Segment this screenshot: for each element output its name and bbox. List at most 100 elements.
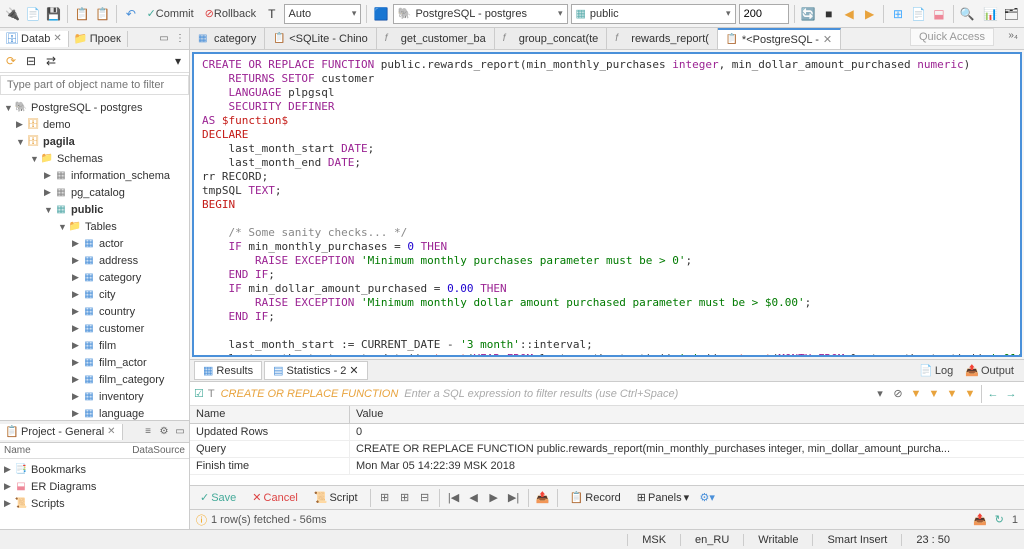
sql-icon[interactable]: 📋	[73, 5, 90, 23]
tree-schema-pg[interactable]: ▶▦pg_catalog	[0, 184, 189, 201]
export-data-icon[interactable]: 📤	[973, 513, 987, 526]
save-icon[interactable]: 💾	[45, 5, 62, 23]
tree-tbl[interactable]: ▶▦category	[0, 269, 189, 286]
collapse-icon[interactable]: ⊟	[22, 52, 40, 70]
tree-tbl[interactable]: ▶▦language	[0, 405, 189, 420]
filter-f1-icon[interactable]: ▼	[907, 385, 925, 403]
proj-bookmarks[interactable]: ▶📑Bookmarks	[0, 461, 189, 478]
stats-row[interactable]: Finish timeMon Mar 05 14:22:39 MSK 2018	[190, 458, 1024, 475]
cancel-button[interactable]: ✕Cancel	[246, 489, 303, 506]
new-icon[interactable]: 📄	[24, 5, 41, 23]
filter-f2-icon[interactable]: ▼	[925, 385, 943, 403]
stats-row[interactable]: Updated Rows0	[190, 424, 1024, 441]
search-icon[interactable]: 🔍	[959, 5, 976, 23]
proj-scripts[interactable]: ▶📜Scripts	[0, 495, 189, 512]
tree-tbl[interactable]: ▶▦city	[0, 286, 189, 303]
tab-category[interactable]: ▦category	[190, 28, 265, 49]
proj-min-icon[interactable]: ▭	[173, 425, 187, 439]
panels-button[interactable]: ⊞Panels▾	[631, 489, 695, 506]
script-button[interactable]: 📜Script	[308, 489, 364, 506]
conn-type-icon[interactable]: 🟦	[372, 5, 389, 23]
dup-row-icon[interactable]: ⊞	[397, 490, 413, 506]
next-icon[interactable]: ▶	[861, 5, 878, 23]
next-page-icon[interactable]: ▶	[486, 490, 502, 506]
tx-icon[interactable]: T	[263, 5, 280, 23]
prev-page-icon[interactable]: ◀	[466, 490, 482, 506]
menu-icon[interactable]: ⋮	[173, 32, 187, 46]
tab-projects[interactable]: 📁Проек	[69, 31, 128, 47]
sql-editor[interactable]: CREATE OR REPLACE FUNCTION public.reward…	[192, 52, 1022, 357]
persp2-icon[interactable]: 🗂	[1002, 5, 1019, 23]
filter-dd-icon[interactable]: ▾	[871, 385, 889, 403]
results-tab[interactable]: ▦Results	[194, 361, 262, 380]
tree-tbl[interactable]: ▶▦film_actor	[0, 354, 189, 371]
sql2-icon[interactable]: 📋	[94, 5, 111, 23]
last-icon[interactable]: ▶|	[506, 490, 522, 506]
refresh-icon[interactable]: 🔄	[800, 5, 817, 23]
proj-er[interactable]: ▶⬓ER Diagrams	[0, 478, 189, 495]
refresh-res-icon[interactable]: ↻	[995, 513, 1004, 526]
minimize-icon[interactable]: ▭	[157, 32, 171, 46]
tree-tbl[interactable]: ▶▦address	[0, 252, 189, 269]
prev-icon[interactable]: ◀	[840, 5, 857, 23]
tree-tbl[interactable]: ▶▦customer	[0, 320, 189, 337]
er-icon[interactable]: ⬓	[930, 5, 947, 23]
persp1-icon[interactable]: 📊	[982, 5, 999, 23]
proj-refresh-icon[interactable]: ≡	[141, 425, 155, 439]
tab-rewards[interactable]: frewards_report(	[607, 28, 718, 49]
proj-cfg-icon[interactable]: ⚙	[157, 425, 171, 439]
text-icon[interactable]: 📄	[910, 5, 927, 23]
quick-access-box[interactable]: Quick Access	[910, 28, 994, 46]
refresh-tree-icon[interactable]: ⟳	[2, 52, 20, 70]
statistics-tab[interactable]: ▤Statistics - 2✕	[264, 361, 368, 380]
tree-filter-input[interactable]	[0, 75, 189, 95]
filter-clear-icon[interactable]: ⊘	[889, 385, 907, 403]
filter-apply-icon[interactable]: ☑	[194, 387, 204, 400]
tab-overflow-icon[interactable]: »₄	[1002, 28, 1024, 49]
grid-icon[interactable]: ⊞	[889, 5, 906, 23]
tree-menu-icon[interactable]: ▾	[169, 52, 187, 70]
rollback-button[interactable]: ⊘Rollback	[201, 7, 260, 20]
link-icon[interactable]: ⇄	[42, 52, 60, 70]
output-link[interactable]: 📤Output	[959, 364, 1020, 377]
tree-tbl[interactable]: ▶▦country	[0, 303, 189, 320]
tree-tbl[interactable]: ▶▦inventory	[0, 388, 189, 405]
schema-dropdown[interactable]: ▦public▾	[571, 4, 736, 24]
project-tab[interactable]: 📋Project - General✕	[0, 424, 123, 440]
tree-db-pagila[interactable]: ▼🗄pagila	[0, 133, 189, 150]
tree-db-demo[interactable]: ▶🗄demo	[0, 116, 189, 133]
tree-tbl[interactable]: ▶▦film_category	[0, 371, 189, 388]
tree-tables[interactable]: ▼📁Tables	[0, 218, 189, 235]
undo-icon[interactable]: ↶	[122, 5, 139, 23]
tree-tbl[interactable]: ▶▦actor	[0, 235, 189, 252]
del-row-icon[interactable]: ⊟	[417, 490, 433, 506]
limit-input[interactable]	[739, 4, 789, 24]
stats-row[interactable]: QueryCREATE OR REPLACE FUNCTION public.r…	[190, 441, 1024, 458]
nav-prev-icon[interactable]: ←	[984, 385, 1002, 403]
stop-icon[interactable]: ■	[820, 5, 837, 23]
tab-getcust[interactable]: fget_customer_ba	[377, 28, 495, 49]
tab-sqlite[interactable]: 📋<SQLite - Chino	[265, 28, 377, 49]
tree-schema-info[interactable]: ▶▦information_schema	[0, 167, 189, 184]
tree-tbl[interactable]: ▶▦film	[0, 337, 189, 354]
filter-f4-icon[interactable]: ▼	[961, 385, 979, 403]
tab-groupconcat[interactable]: fgroup_concat(te	[495, 28, 608, 49]
first-icon[interactable]: |◀	[446, 490, 462, 506]
export-icon[interactable]: 📤	[535, 490, 551, 506]
tab-database[interactable]: 🗄Datab✕	[0, 31, 69, 47]
nav-next-icon[interactable]: →	[1002, 385, 1020, 403]
tree-schema-public[interactable]: ▼▦public	[0, 201, 189, 218]
log-link[interactable]: 📄Log	[913, 364, 959, 377]
commit-button[interactable]: ✓Commit	[143, 7, 198, 20]
tree-conn[interactable]: ▼🐘PostgreSQL - postgres	[0, 99, 189, 116]
record-button[interactable]: 📋Record	[564, 489, 627, 506]
save-button[interactable]: ✓Save	[194, 489, 242, 506]
filter-input[interactable]: Enter a SQL expression to filter results…	[404, 388, 871, 400]
tree-schemas[interactable]: ▼📁Schemas	[0, 150, 189, 167]
filter-f3-icon[interactable]: ▼	[943, 385, 961, 403]
add-row-icon[interactable]: ⊞	[377, 490, 393, 506]
connection-dropdown[interactable]: 🐘PostgreSQL - postgres▾	[393, 4, 568, 24]
new-conn-icon[interactable]: 🔌	[4, 5, 21, 23]
settings-icon[interactable]: ⚙▾	[699, 490, 715, 506]
tx-mode-dropdown[interactable]: Auto▾	[284, 4, 362, 24]
